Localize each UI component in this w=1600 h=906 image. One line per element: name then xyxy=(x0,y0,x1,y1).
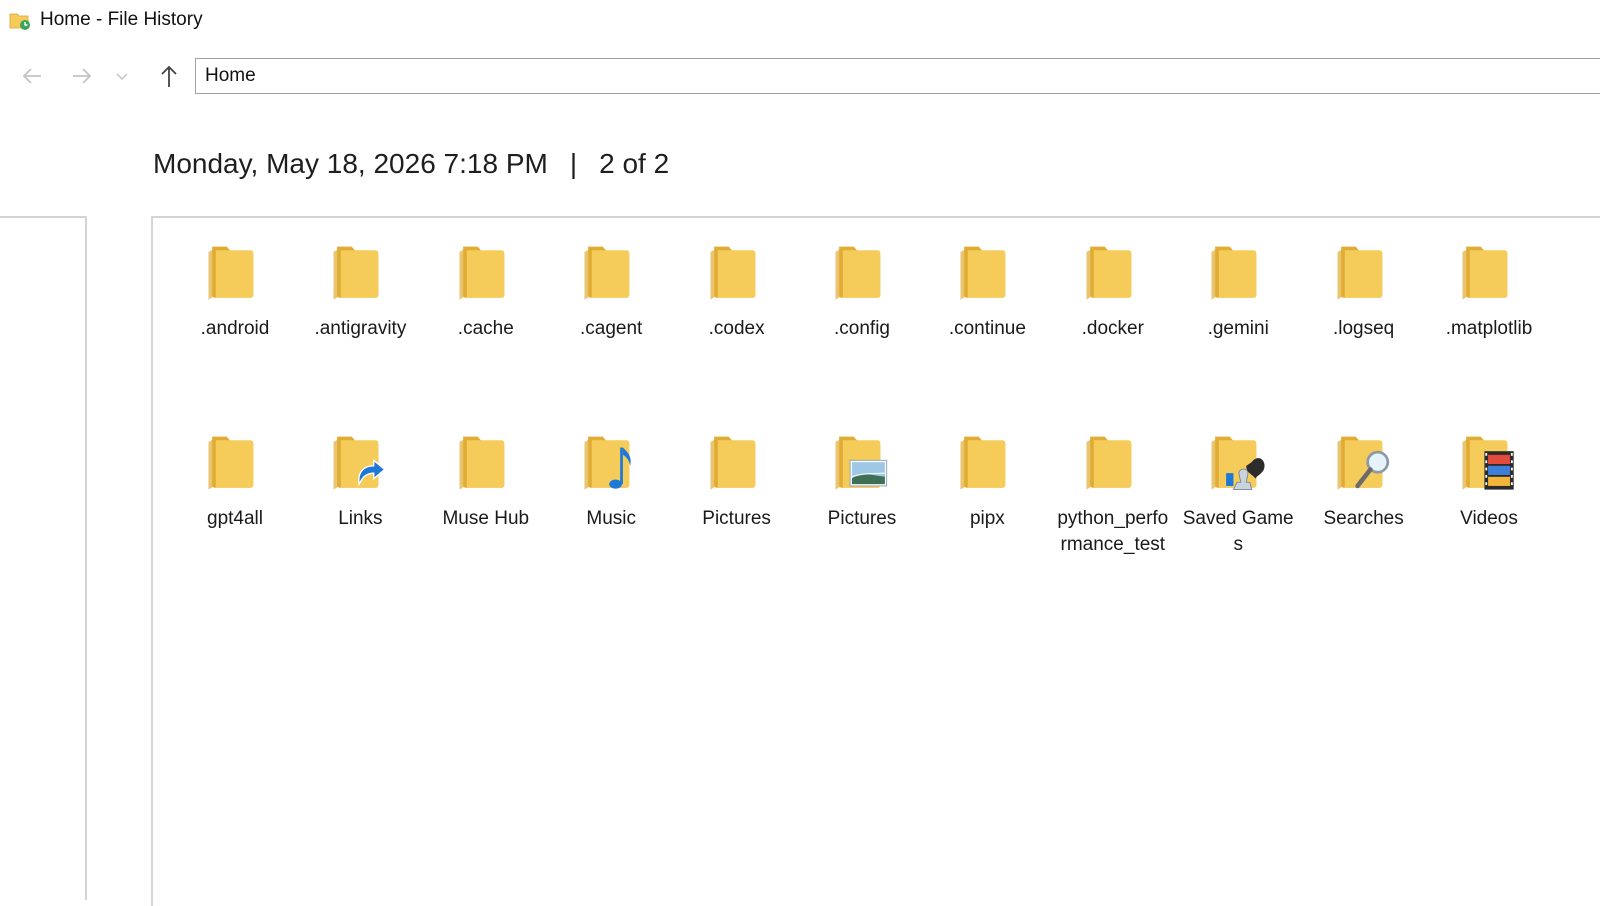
title-bar: Home - File History xyxy=(0,0,1600,40)
folder-item[interactable]: Videos xyxy=(1430,428,1548,532)
folder-label: Muse Hub xyxy=(442,508,530,529)
folder-icon xyxy=(584,246,630,300)
folder-icon xyxy=(1462,246,1508,300)
folder-item[interactable]: python_performance_test xyxy=(1054,428,1172,558)
folder-item[interactable]: .cagent xyxy=(552,238,670,342)
snapshot-position: 2 of 2 xyxy=(599,148,670,179)
arrow-up-icon xyxy=(161,65,177,87)
folder-item[interactable]: .gemini xyxy=(1179,238,1297,342)
folder-icon xyxy=(208,436,254,490)
folder-label: .antigravity xyxy=(314,318,407,339)
folder-label: .matplotlib xyxy=(1445,318,1533,339)
snapshot-header: Monday, May 18, 2026 7:18 PM | 2 of 2 xyxy=(153,148,669,180)
folder-item[interactable]: Saved Games xyxy=(1179,428,1297,558)
folder-label: Videos xyxy=(1460,508,1518,529)
address-text: Home xyxy=(205,65,256,86)
folder-label: .gemini xyxy=(1207,318,1269,339)
folder-icon xyxy=(1086,246,1132,300)
folder-label: Links xyxy=(338,508,383,529)
folder-label: .config xyxy=(834,318,890,339)
folder-item[interactable]: Music xyxy=(552,428,670,532)
folder-label: Saved Games xyxy=(1182,508,1294,555)
folder-icon xyxy=(333,246,379,300)
folder-item[interactable]: Pictures xyxy=(678,428,796,532)
folder-label: Pictures xyxy=(702,508,771,529)
folder-icon xyxy=(960,436,1006,490)
arrow-left-icon xyxy=(22,68,41,84)
folder-icon xyxy=(208,246,254,300)
folder-icon xyxy=(459,436,505,490)
folder-label: Searches xyxy=(1323,508,1404,529)
folder-item[interactable]: .continue xyxy=(928,238,1046,342)
navigation-bar: Home xyxy=(0,56,1600,96)
folder-item[interactable]: .config xyxy=(803,238,921,342)
folder-label: .docker xyxy=(1081,318,1144,339)
folder-item[interactable]: .logseq xyxy=(1305,238,1423,342)
folder-item[interactable]: .android xyxy=(176,238,294,342)
folder-label: gpt4all xyxy=(207,508,263,529)
links-folder-icon xyxy=(333,436,387,490)
address-bar[interactable]: Home xyxy=(195,58,1600,94)
music-folder-icon xyxy=(584,436,631,490)
folder-icon xyxy=(710,246,755,300)
folder-label: .cagent xyxy=(580,318,643,339)
videos-folder-icon xyxy=(1462,436,1514,490)
folder-icon xyxy=(459,246,505,300)
file-history-icon xyxy=(9,13,30,30)
searches-folder-icon xyxy=(1337,436,1389,490)
folder-label: .cache xyxy=(457,318,514,339)
folder-label: .continue xyxy=(948,318,1026,339)
folder-label: .logseq xyxy=(1332,318,1395,339)
folder-label: Pictures xyxy=(827,508,897,529)
folder-item[interactable]: Links xyxy=(301,428,419,532)
folder-item[interactable]: .matplotlib xyxy=(1430,238,1548,342)
folder-label: .codex xyxy=(708,318,765,339)
folder-item[interactable]: gpt4all xyxy=(176,428,294,532)
recent-locations-button[interactable] xyxy=(112,56,132,96)
file-list-pane: .android .antigravity .cache .cagent .codex.… xyxy=(151,216,1600,906)
forward-button[interactable] xyxy=(68,56,96,96)
previous-snapshot-pane[interactable] xyxy=(0,216,87,900)
chevron-down-icon xyxy=(116,73,128,81)
folder-icon xyxy=(1337,246,1382,300)
folder-label: python_performance_test xyxy=(1057,508,1169,555)
folder-item[interactable]: Pictures xyxy=(803,428,921,532)
folder-item[interactable]: .antigravity xyxy=(301,238,419,342)
folder-item[interactable]: pipx xyxy=(928,428,1046,532)
snapshot-separator: | xyxy=(569,148,578,179)
folder-label: .android xyxy=(200,318,270,339)
folder-item[interactable]: .cache xyxy=(427,238,545,342)
folder-item[interactable]: .codex xyxy=(678,238,796,342)
folder-icon xyxy=(835,246,881,300)
folder-item[interactable]: Muse Hub xyxy=(427,428,545,532)
folder-label: pipx xyxy=(969,508,1005,529)
arrow-right-icon xyxy=(73,68,92,84)
folder-icon xyxy=(960,246,1006,300)
folder-item[interactable]: .docker xyxy=(1054,238,1172,342)
pictures-folder-icon xyxy=(835,436,888,490)
up-button[interactable] xyxy=(155,56,183,96)
folder-icon xyxy=(1211,246,1257,300)
folder-icon xyxy=(1086,436,1132,490)
window-title: Home - File History xyxy=(40,9,203,30)
snapshot-datetime: Monday, May 18, 2026 7:18 PM xyxy=(153,148,548,179)
folder-icon xyxy=(710,436,755,490)
saved-games-folder-icon xyxy=(1211,436,1265,491)
back-button[interactable] xyxy=(18,56,46,96)
folder-item[interactable]: Searches xyxy=(1305,428,1423,532)
folder-label: Music xyxy=(586,508,636,529)
